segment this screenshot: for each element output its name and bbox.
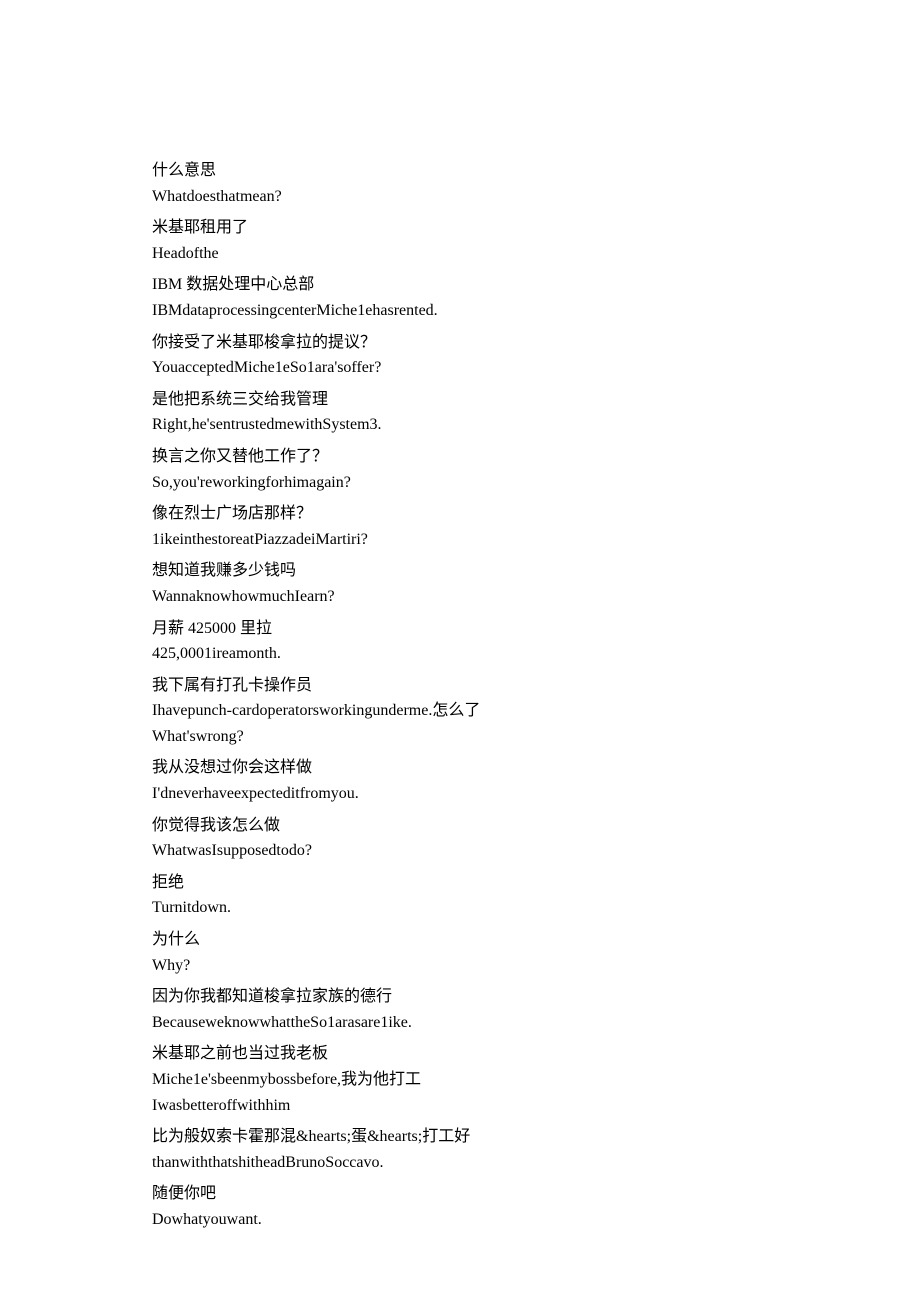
dialogue-block: IBM 数据处理中心总部IBMdataprocessingcenterMiche… [152, 272, 768, 323]
dialogue-block: 我从没想过你会这样做I'dneverhaveexpecteditfromyou. [152, 755, 768, 806]
dialogue-block: 米基耶之前也当过我老板Miche1e'sbeenmybossbefore,我为他… [152, 1041, 768, 1118]
dialogue-block: 是他把系统三交给我管理Right,he'sentrustedmewithSyst… [152, 387, 768, 438]
dialogue-line: 换言之你又替他工作了？ [152, 444, 768, 470]
dialogue-line: Turnitdown. [152, 895, 768, 921]
dialogue-block: 像在烈士广场店那样？1ikeinthestoreatPiazzadeiMarti… [152, 501, 768, 552]
dialogue-block: 为什么Why? [152, 927, 768, 978]
dialogue-line: 我下属有打孔卡操作员 [152, 673, 768, 699]
dialogue-line: So,you'reworkingforhimagain? [152, 470, 768, 496]
dialogue-line: 米基耶租用了 [152, 215, 768, 241]
document-body: 什么意思Whatdoesthatmean? 米基耶租用了Headofthe IBM … [152, 158, 768, 1233]
dialogue-block: 换言之你又替他工作了？So,you'reworkingforhimagain? [152, 444, 768, 495]
dialogue-line: thanwiththatshitheadBrunoSoccavo. [152, 1150, 768, 1176]
dialogue-line: Dowhatyouwant. [152, 1207, 768, 1233]
dialogue-line: Ihavepunch-cardoperatorsworkingunderme.怎… [152, 698, 768, 724]
dialogue-line: 425,0001ireamonth. [152, 641, 768, 667]
dialogue-line: Miche1e'sbeenmybossbefore,我为他打工 [152, 1067, 768, 1093]
dialogue-line: 比为般奴索卡霍那混&hearts;蛋&hearts;打工好 [152, 1124, 768, 1150]
dialogue-block: 因为你我都知道梭拿拉家族的德行BecauseweknowwhattheSo1ar… [152, 984, 768, 1035]
dialogue-block: 月薪 425000 里拉425,0001ireamonth. [152, 616, 768, 667]
dialogue-line: 我从没想过你会这样做 [152, 755, 768, 781]
dialogue-line: BecauseweknowwhattheSo1arasare1ike. [152, 1010, 768, 1036]
dialogue-line: Iwasbetteroffwithhim [152, 1093, 768, 1119]
dialogue-block: 随便你吧Dowhatyouwant. [152, 1181, 768, 1232]
dialogue-line: What'swrong? [152, 724, 768, 750]
dialogue-line: Whatdoesthatmean? [152, 184, 768, 210]
dialogue-block: 你接受了米基耶梭拿拉的提议？YouacceptedMiche1eSo1ara's… [152, 330, 768, 381]
dialogue-line: IBMdataprocessingcenterMiche1ehasrented. [152, 298, 768, 324]
dialogue-line: Headofthe [152, 241, 768, 267]
dialogue-block: 我下属有打孔卡操作员Ihavepunch-cardoperatorsworkin… [152, 673, 768, 750]
dialogue-block: 比为般奴索卡霍那混&hearts;蛋&hearts;打工好thanwiththa… [152, 1124, 768, 1175]
dialogue-line: Why? [152, 953, 768, 979]
dialogue-line: IBM 数据处理中心总部 [152, 272, 768, 298]
dialogue-line: WhatwasIsupposedtodo? [152, 838, 768, 864]
dialogue-line: WannaknowhowmuchIearn? [152, 584, 768, 610]
dialogue-block: 想知道我赚多少钱吗WannaknowhowmuchIearn? [152, 558, 768, 609]
dialogue-line: 是他把系统三交给我管理 [152, 387, 768, 413]
dialogue-block: 你觉得我该怎么做WhatwasIsupposedtodo? [152, 813, 768, 864]
dialogue-line: 拒绝 [152, 870, 768, 896]
dialogue-line: 1ikeinthestoreatPiazzadeiMartiri? [152, 527, 768, 553]
dialogue-line: Right,he'sentrustedmewithSystem3. [152, 412, 768, 438]
dialogue-line: 像在烈士广场店那样？ [152, 501, 768, 527]
dialogue-line: 为什么 [152, 927, 768, 953]
dialogue-line: 米基耶之前也当过我老板 [152, 1041, 768, 1067]
dialogue-block: 米基耶租用了Headofthe [152, 215, 768, 266]
dialogue-line: I'dneverhaveexpecteditfromyou. [152, 781, 768, 807]
dialogue-line: YouacceptedMiche1eSo1ara'soffer? [152, 355, 768, 381]
dialogue-line: 什么意思 [152, 158, 768, 184]
dialogue-line: 随便你吧 [152, 1181, 768, 1207]
dialogue-line: 想知道我赚多少钱吗 [152, 558, 768, 584]
dialogue-line: 你接受了米基耶梭拿拉的提议？ [152, 330, 768, 356]
dialogue-line: 月薪 425000 里拉 [152, 616, 768, 642]
dialogue-block: 什么意思Whatdoesthatmean? [152, 158, 768, 209]
dialogue-line: 因为你我都知道梭拿拉家族的德行 [152, 984, 768, 1010]
dialogue-block: 拒绝Turnitdown. [152, 870, 768, 921]
dialogue-line: 你觉得我该怎么做 [152, 813, 768, 839]
